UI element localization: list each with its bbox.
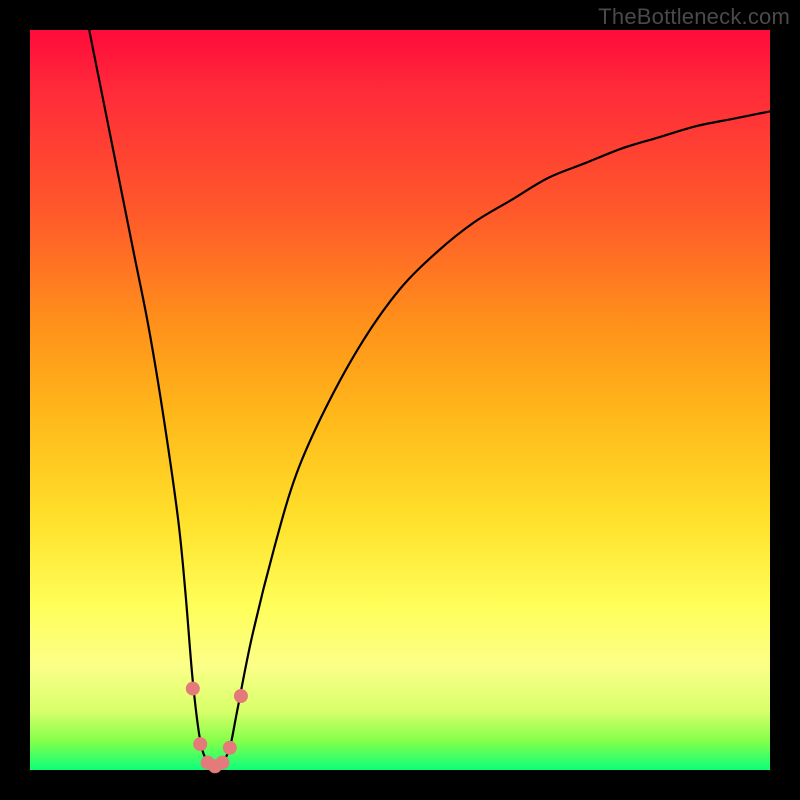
bottleneck-curve xyxy=(89,30,770,770)
chart-svg xyxy=(30,30,770,770)
watermark-text: TheBottleneck.com xyxy=(598,4,790,30)
curve-marker xyxy=(186,682,200,696)
curve-marker xyxy=(193,737,207,751)
outer-frame: TheBottleneck.com xyxy=(0,0,800,800)
curve-marker xyxy=(223,741,237,755)
curve-marker xyxy=(234,689,248,703)
curve-marker xyxy=(215,756,229,770)
plot-area xyxy=(30,30,770,770)
